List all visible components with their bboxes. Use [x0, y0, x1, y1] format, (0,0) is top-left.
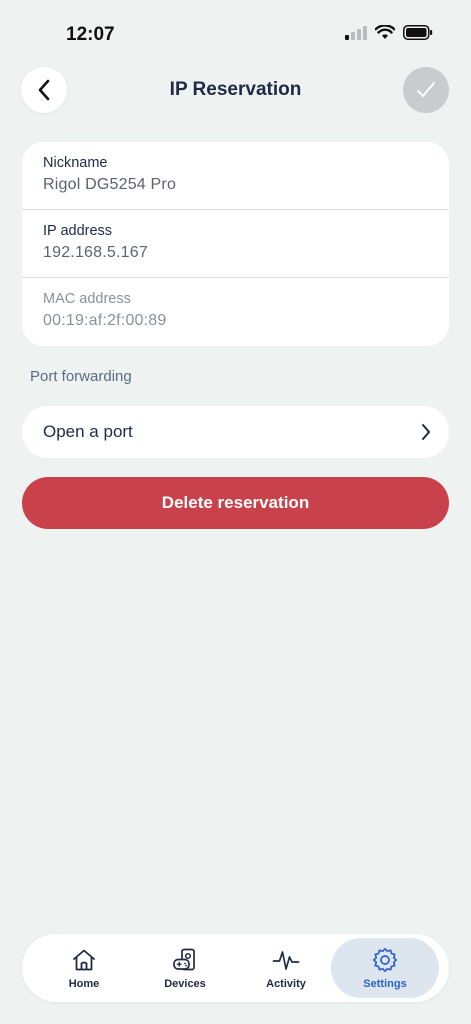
- devices-icon: [172, 947, 198, 973]
- open-port-button[interactable]: Open a port: [22, 406, 449, 458]
- mac-address-label: MAC address: [43, 291, 131, 307]
- mac-address-value: 00:19:af:2f:00:89: [43, 312, 167, 329]
- gear-icon: [372, 947, 398, 973]
- tab-activity-label: Activity: [266, 978, 306, 990]
- tab-devices-label: Devices: [164, 978, 206, 990]
- cellular-signal-icon: [345, 25, 367, 40]
- open-port-label: Open a port: [43, 422, 133, 441]
- tab-devices[interactable]: Devices: [131, 938, 239, 998]
- chevron-right-icon: [422, 424, 430, 440]
- nickname-value[interactable]: Rigol DG5254 Pro: [43, 176, 176, 194]
- home-icon: [71, 947, 97, 973]
- tab-activity[interactable]: Activity: [232, 938, 340, 998]
- reservation-form-card: Nickname Rigol DG5254 Pro IP address 192…: [22, 142, 449, 346]
- tab-home[interactable]: Home: [30, 938, 138, 998]
- delete-reservation-label: Delete reservation: [161, 493, 310, 512]
- port-forwarding-section-label: Port forwarding: [30, 368, 132, 385]
- ip-address-label: IP address: [43, 223, 113, 239]
- page-title: IP Reservation: [169, 79, 302, 100]
- status-time: 12:07: [66, 24, 115, 45]
- battery-icon: [403, 25, 433, 40]
- nickname-field[interactable]: Nickname Rigol DG5254 Pro: [22, 142, 449, 210]
- delete-reservation-button[interactable]: Delete reservation: [22, 477, 449, 529]
- ip-address-value[interactable]: 192.168.5.167: [43, 244, 148, 262]
- tab-settings-label: Settings: [363, 978, 407, 990]
- ip-address-field[interactable]: IP address 192.168.5.167: [22, 210, 449, 278]
- mac-address-field: MAC address 00:19:af:2f:00:89: [22, 278, 449, 346]
- checkmark-icon: [417, 82, 435, 97]
- tab-settings[interactable]: Settings: [331, 938, 439, 998]
- status-icons: [345, 25, 433, 40]
- nickname-label: Nickname: [43, 155, 108, 171]
- tab-bar: Home Devices Activity Settings: [22, 934, 449, 1002]
- activity-icon: [272, 947, 300, 973]
- tab-home-label: Home: [68, 978, 100, 990]
- status-bar: 12:07: [0, 0, 471, 60]
- confirm-button[interactable]: [403, 67, 449, 113]
- wifi-icon: [375, 25, 395, 39]
